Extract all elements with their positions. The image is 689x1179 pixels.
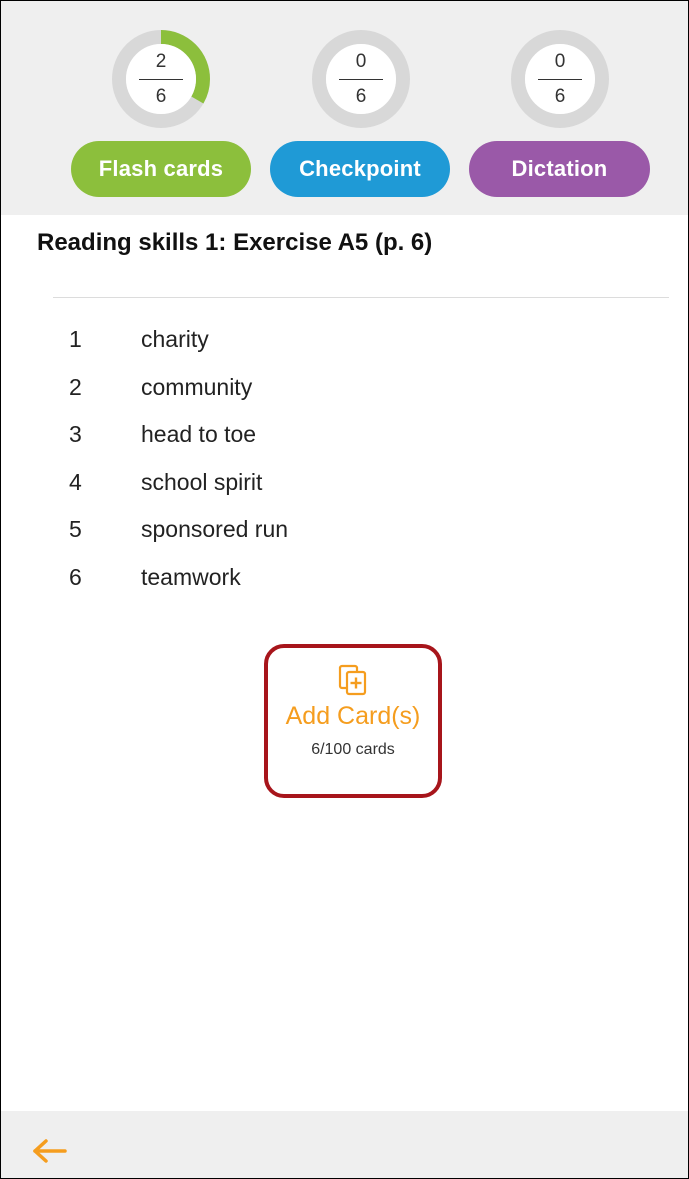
- list-item: 6 teamwork: [69, 564, 288, 612]
- dictation-button[interactable]: Dictation: [469, 141, 650, 197]
- flash-cards-progress-gauge: 2 6: [110, 28, 212, 130]
- progress-numerator: 0: [554, 50, 566, 72]
- dictation-progress-gauge: 0 6: [509, 28, 611, 130]
- add-cards-label: Add Card(s): [285, 702, 421, 730]
- app-window: 2 6 0 6 0 6 Flash cards Checkpoint Dicta…: [0, 0, 689, 1179]
- progress-denominator: 6: [155, 85, 167, 107]
- item-word: community: [141, 373, 253, 400]
- item-word: school spirit: [141, 468, 263, 495]
- item-word: sponsored run: [141, 516, 289, 542]
- progress-fraction: 0 6: [509, 28, 611, 130]
- item-number: 4: [69, 468, 82, 495]
- card-count: 6/100 cards: [311, 741, 395, 758]
- progress-denominator: 6: [355, 85, 367, 107]
- list-item: 2 community: [69, 374, 288, 422]
- fraction-line: [339, 78, 383, 80]
- progress-denominator: 6: [554, 85, 566, 107]
- list-item: 5 sponsored run: [69, 516, 288, 564]
- list-item: 4 school spirit: [69, 469, 288, 517]
- divider: [53, 297, 669, 298]
- item-word: teamwork: [141, 563, 241, 590]
- fraction-line: [538, 78, 582, 80]
- progress-numerator: 0: [355, 50, 367, 72]
- item-number: 5: [69, 516, 82, 542]
- item-number: 6: [69, 563, 82, 590]
- item-number: 2: [69, 373, 82, 400]
- add-cards-button[interactable]: Add Card(s) 6/100 cards: [264, 644, 442, 798]
- checkpoint-button[interactable]: Checkpoint: [270, 141, 450, 197]
- progress-fraction: 2 6: [110, 28, 212, 130]
- add-cards-icon: [338, 664, 367, 696]
- progress-numerator: 2: [155, 50, 167, 72]
- item-number: 1: [69, 326, 82, 352]
- fraction-line: [139, 78, 183, 80]
- list-item: 3 head to toe: [69, 421, 288, 469]
- progress-fraction: 0 6: [310, 28, 412, 130]
- word-list: 1 charity 2 community 3 head to toe 4 sc…: [69, 326, 288, 611]
- checkpoint-progress-gauge: 0 6: [310, 28, 412, 130]
- item-number: 3: [69, 421, 82, 447]
- arrow-left-icon[interactable]: [29, 1136, 69, 1166]
- item-word: head to toe: [141, 421, 257, 447]
- list-item: 1 charity: [69, 326, 288, 374]
- flash-cards-button[interactable]: Flash cards: [71, 141, 251, 197]
- bottom-toolbar: [1, 1111, 688, 1178]
- exercise-title: Reading skills 1: Exercise A5 (p. 6): [37, 229, 433, 256]
- progress-header: 2 6 0 6 0 6 Flash cards Checkpoint Dicta…: [1, 1, 688, 215]
- item-word: charity: [141, 326, 209, 352]
